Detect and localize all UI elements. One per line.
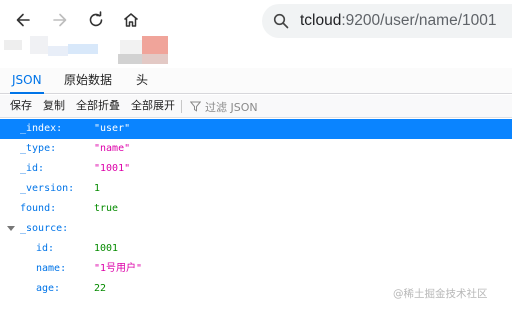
save-button[interactable]: 保存	[10, 95, 32, 118]
divider	[181, 100, 182, 113]
json-key: age:	[36, 283, 61, 294]
home-button[interactable]	[120, 9, 142, 31]
blurred-bookmark	[68, 44, 98, 54]
collapse-all-button[interactable]: 全部折叠	[76, 95, 120, 118]
reload-button[interactable]	[85, 9, 107, 31]
filter-json-input[interactable]: 过滤 JSON	[190, 95, 258, 118]
json-value: "1号用户"	[94, 263, 143, 274]
blurred-bookmark	[48, 46, 68, 56]
blurred-bookmark	[118, 54, 142, 64]
json-value: 1001	[94, 243, 119, 254]
json-key: name:	[36, 263, 67, 274]
forward-button[interactable]	[49, 9, 71, 31]
json-key: _type:	[20, 143, 57, 154]
address-bar[interactable]: tcloud:9200/user/name/1001	[262, 4, 512, 38]
json-row[interactable]: _index: "user"	[0, 119, 512, 139]
json-row[interactable]: found: true	[0, 199, 512, 219]
json-key: _source:	[20, 223, 69, 234]
tab-headers[interactable]: 头	[134, 68, 150, 94]
json-row[interactable]: id: 1001	[0, 239, 512, 259]
blurred-bookmark	[142, 36, 168, 54]
json-row[interactable]: _type: "name"	[0, 139, 512, 159]
reload-icon	[89, 11, 103, 27]
bookmarks-bar	[0, 36, 512, 66]
json-action-bar: 保存 复制 全部折叠 全部展开 过滤 JSON	[0, 95, 512, 118]
json-key: _index:	[20, 123, 63, 134]
json-row[interactable]: name: "1号用户"	[0, 259, 512, 279]
json-key: found:	[20, 203, 57, 214]
copy-button[interactable]: 复制	[43, 95, 65, 118]
json-value: true	[94, 203, 119, 214]
filter-icon	[190, 101, 201, 112]
json-key: _id:	[20, 163, 45, 174]
json-value: 22	[94, 283, 107, 294]
back-button[interactable]	[12, 9, 34, 31]
json-value: "name"	[94, 143, 131, 154]
expand-all-button[interactable]: 全部展开	[131, 95, 175, 118]
json-key: id:	[36, 243, 55, 254]
url-path: :9200/user/name/1001	[341, 12, 497, 29]
arrow-right-icon	[53, 13, 67, 27]
json-row-source[interactable]: _source:	[0, 219, 512, 239]
json-value: "user"	[94, 123, 131, 134]
arrow-left-icon	[16, 13, 30, 27]
viewer-tabs: JSON 原始数据 头	[0, 68, 512, 94]
watermark: @稀土掘金技术社区	[393, 288, 488, 300]
filter-placeholder: 过滤 JSON	[205, 100, 258, 114]
json-value: 1	[94, 183, 101, 194]
search-icon	[272, 12, 290, 30]
url-text: tcloud:9200/user/name/1001	[300, 12, 497, 30]
blurred-bookmark	[4, 40, 22, 50]
tab-json[interactable]: JSON	[10, 68, 44, 94]
json-key: _version:	[20, 183, 75, 194]
json-value: "1001"	[94, 163, 131, 174]
blurred-bookmark	[30, 36, 48, 54]
blurred-bookmark	[142, 54, 168, 64]
tab-raw-data[interactable]: 原始数据	[62, 68, 114, 94]
url-host: tcloud	[300, 12, 342, 29]
expand-triangle-icon[interactable]	[7, 226, 15, 231]
json-row[interactable]: _version: 1	[0, 179, 512, 199]
home-icon	[124, 13, 138, 27]
json-row[interactable]: _id: "1001"	[0, 159, 512, 179]
